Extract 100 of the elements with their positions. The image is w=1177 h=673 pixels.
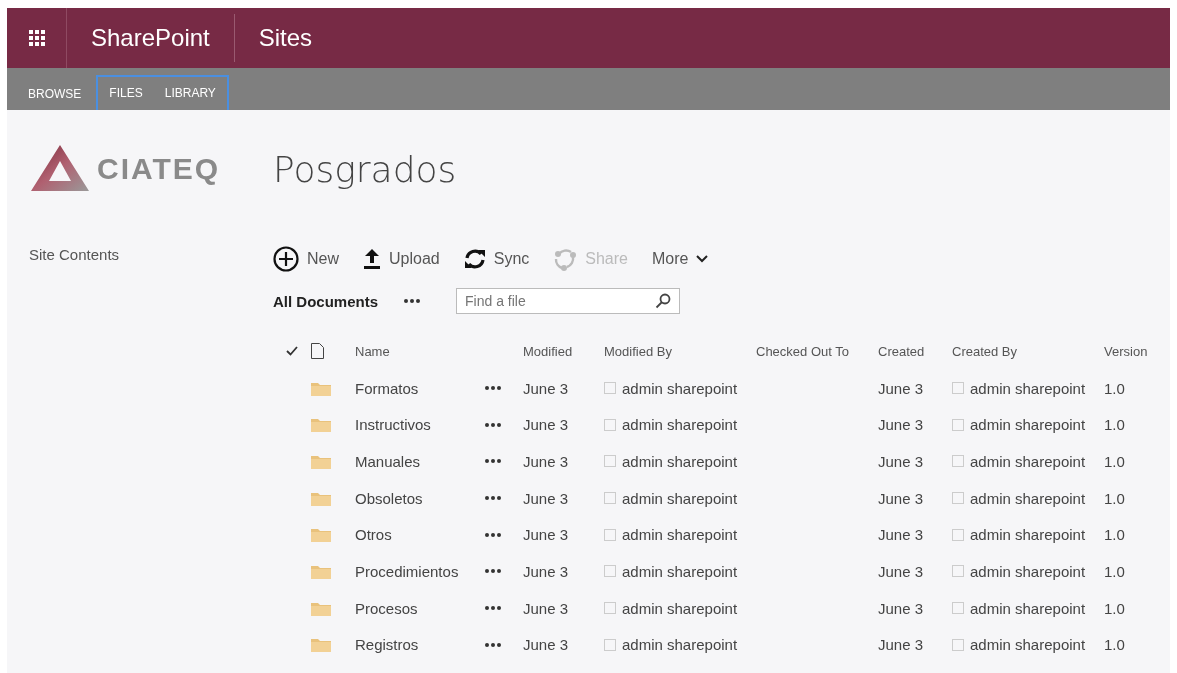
user-link[interactable]: admin sharepoint xyxy=(622,416,738,434)
presence-icon xyxy=(604,492,616,505)
search-field[interactable]: Find a file xyxy=(456,288,680,314)
user-link[interactable]: admin sharepoint xyxy=(622,452,738,470)
user-link[interactable]: admin sharepoint xyxy=(622,379,738,397)
document-icon xyxy=(311,343,324,360)
column-header[interactable]: Modified By xyxy=(604,343,756,359)
column-header[interactable]: Version xyxy=(1104,343,1154,359)
column-header[interactable]: Name xyxy=(355,343,485,359)
user-link[interactable]: admin sharepoint xyxy=(622,526,738,544)
search-icon xyxy=(655,293,671,309)
user-link[interactable]: admin sharepoint xyxy=(622,599,738,617)
presence-icon xyxy=(952,638,964,651)
toolbar-button[interactable]: New xyxy=(273,246,339,272)
logo-text: CIATEQ xyxy=(97,152,221,186)
toolbar-button[interactable]: Upload xyxy=(363,248,440,270)
user-link[interactable]: admin sharepoint xyxy=(622,562,738,580)
nav-link[interactable]: Site Contents xyxy=(29,246,120,263)
checkmark-icon[interactable] xyxy=(286,346,298,357)
ribbon-tab[interactable]: FILES xyxy=(98,77,154,109)
user-link[interactable]: admin sharepoint xyxy=(970,526,1086,544)
folder-icon xyxy=(311,453,331,469)
table-cell-text: June 3 xyxy=(523,416,570,434)
table-cell-text: June 3 xyxy=(878,526,925,544)
user-link[interactable]: admin sharepoint xyxy=(970,379,1086,397)
folder-link[interactable]: Formatos xyxy=(355,379,485,397)
presence-icon xyxy=(604,418,616,431)
plus-circle-icon xyxy=(273,246,299,272)
table-cell-text: 1.0 xyxy=(1104,526,1126,544)
table-cell-text: June 3 xyxy=(523,526,570,544)
table-cell-text: June 3 xyxy=(523,562,570,580)
presence-icon xyxy=(604,602,616,615)
table-cell-text: 1.0 xyxy=(1104,599,1126,617)
table-cell-text: June 3 xyxy=(878,562,925,580)
ellipsis-icon[interactable] xyxy=(485,386,501,391)
presence-icon xyxy=(604,455,616,468)
presence-icon xyxy=(952,602,964,615)
user-link[interactable]: admin sharepoint xyxy=(622,636,738,654)
folder-icon xyxy=(311,637,331,653)
ribbon-tab[interactable]: BROWSE xyxy=(17,78,93,110)
view-tab[interactable]: All Documents xyxy=(273,292,378,310)
column-header[interactable]: Modified xyxy=(523,343,604,359)
table-cell-text: 1.0 xyxy=(1104,379,1126,397)
table-cell-text: 1.0 xyxy=(1104,416,1126,434)
table-cell-text: June 3 xyxy=(878,452,925,470)
user-link[interactable]: admin sharepoint xyxy=(970,489,1086,507)
presence-icon xyxy=(604,565,616,578)
share-icon xyxy=(553,247,578,271)
ellipsis-icon xyxy=(404,299,420,303)
folder-icon xyxy=(311,600,331,616)
table-cell-text: June 3 xyxy=(878,599,925,617)
column-header[interactable]: Checked Out To xyxy=(756,343,878,359)
section-link[interactable]: Sites xyxy=(234,24,337,52)
folder-link[interactable]: Obsoletos xyxy=(355,489,485,507)
sync-icon xyxy=(463,248,486,270)
upload-icon xyxy=(363,248,381,270)
presence-icon xyxy=(952,565,964,578)
presence-icon xyxy=(952,382,964,395)
folder-link[interactable]: Manuales xyxy=(355,452,485,470)
folder-icon xyxy=(311,563,331,579)
folder-icon xyxy=(311,380,331,396)
table-cell-text: 1.0 xyxy=(1104,562,1126,580)
folder-link[interactable]: Otros xyxy=(355,526,485,544)
folder-icon xyxy=(311,527,331,543)
table-cell-text: June 3 xyxy=(523,636,570,654)
ellipsis-icon[interactable] xyxy=(485,496,501,501)
site-title: Posgrados xyxy=(273,148,457,190)
ellipsis-icon[interactable] xyxy=(485,606,501,611)
folder-icon xyxy=(311,490,331,506)
toolbar-button[interactable]: Sync xyxy=(463,248,530,270)
ellipsis-icon[interactable] xyxy=(485,642,501,647)
ellipsis-icon[interactable] xyxy=(485,532,501,537)
ribbon-tab[interactable]: LIBRARY xyxy=(153,77,227,109)
column-header[interactable]: Created By xyxy=(952,343,1104,359)
column-header[interactable]: Created xyxy=(878,343,952,359)
presence-icon xyxy=(604,382,616,395)
user-link[interactable]: admin sharepoint xyxy=(970,452,1086,470)
user-link[interactable]: admin sharepoint xyxy=(970,416,1086,434)
presence-icon xyxy=(952,528,964,541)
folder-icon xyxy=(311,417,331,433)
folder-link[interactable]: Procedimientos xyxy=(355,562,485,580)
ellipsis-icon[interactable] xyxy=(485,569,501,574)
app-name[interactable]: SharePoint xyxy=(67,14,235,62)
presence-icon xyxy=(952,418,964,431)
folder-link[interactable]: Registros xyxy=(355,636,485,654)
user-link[interactable]: admin sharepoint xyxy=(622,489,738,507)
user-link[interactable]: admin sharepoint xyxy=(970,562,1086,580)
presence-icon xyxy=(604,638,616,651)
folder-link[interactable]: Instructivos xyxy=(355,416,485,434)
folder-link[interactable]: Procesos xyxy=(355,599,485,617)
app-launcher-icon xyxy=(28,30,45,46)
ellipsis-icon[interactable] xyxy=(485,422,501,427)
toolbar-button[interactable]: More xyxy=(652,250,709,268)
ellipsis-icon[interactable] xyxy=(485,459,501,464)
user-link[interactable]: admin sharepoint xyxy=(970,599,1086,617)
table-cell-text: June 3 xyxy=(523,379,570,397)
presence-icon xyxy=(952,455,964,468)
table-cell-text: June 3 xyxy=(878,489,925,507)
presence-icon xyxy=(952,492,964,505)
user-link[interactable]: admin sharepoint xyxy=(970,636,1086,654)
